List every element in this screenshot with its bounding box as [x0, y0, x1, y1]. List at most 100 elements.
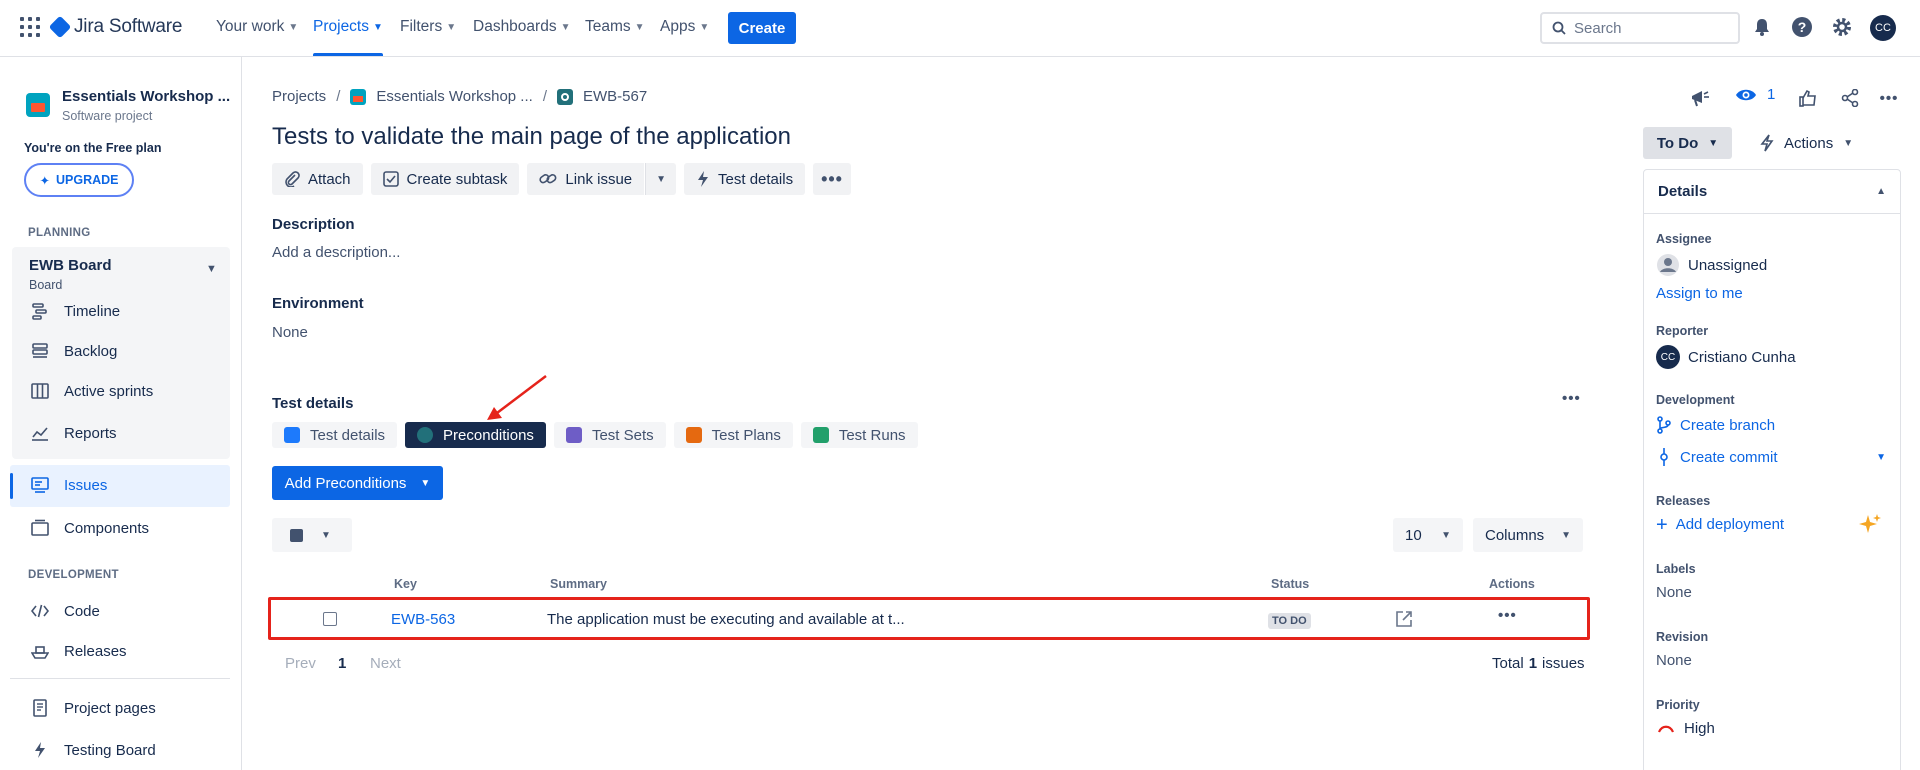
- sidebar-item-backlog[interactable]: Backlog: [30, 341, 117, 361]
- sidebar-item-project-pages[interactable]: Project pages: [30, 698, 156, 718]
- sidebar-item-active-sprints[interactable]: Active sprints: [30, 381, 153, 401]
- nav-your-work[interactable]: Your work ▼: [216, 18, 298, 36]
- user-avatar[interactable]: CC: [1870, 15, 1896, 41]
- create-branch-link[interactable]: Create branch: [1656, 416, 1775, 434]
- revision-value[interactable]: None: [1656, 652, 1692, 669]
- pager-total-suffix: issues: [1542, 655, 1585, 672]
- help-icon[interactable]: ?: [1790, 15, 1814, 39]
- bulk-select-dropdown[interactable]: ▼: [272, 518, 352, 552]
- tab-test-runs[interactable]: Test Runs: [800, 422, 918, 448]
- sidebar-divider: [10, 678, 230, 679]
- settings-gear-icon[interactable]: [1830, 15, 1854, 39]
- labels-value[interactable]: None: [1656, 584, 1692, 601]
- sidebar-item-timeline[interactable]: Timeline: [30, 301, 120, 321]
- paperclip-icon: [285, 171, 300, 187]
- open-external-icon[interactable]: [1395, 610, 1413, 632]
- upgrade-button[interactable]: ✦ UPGRADE: [24, 163, 134, 197]
- board-title[interactable]: EWB Board: [29, 257, 112, 274]
- columns-select[interactable]: Columns ▼: [1473, 518, 1583, 552]
- sidebar-item-label: Reports: [64, 424, 117, 442]
- details-header[interactable]: Details ▲: [1644, 170, 1900, 214]
- watch-button[interactable]: 1: [1735, 86, 1775, 103]
- column-header-key[interactable]: Key: [394, 577, 417, 591]
- pager-page[interactable]: 1: [338, 655, 346, 672]
- search-placeholder: Search: [1574, 19, 1622, 37]
- tab-label: Test Plans: [711, 426, 781, 444]
- sidebar-item-label: Issues: [64, 476, 108, 494]
- upgrade-label: UPGRADE: [55, 173, 119, 187]
- column-header-summary[interactable]: Summary: [550, 577, 607, 591]
- reporter-value: Cristiano Cunha: [1688, 348, 1796, 366]
- pager-prev[interactable]: Prev: [285, 655, 316, 672]
- sidebar-item-reports[interactable]: Reports: [30, 423, 117, 443]
- development-section-label: DEVELOPMENT: [28, 569, 119, 581]
- description-input[interactable]: Add a description...: [272, 244, 400, 261]
- link-issue-dropdown[interactable]: ▼: [645, 163, 677, 195]
- add-deployment-link[interactable]: + Add deployment: [1656, 515, 1784, 535]
- assign-to-me-link[interactable]: Assign to me: [1656, 285, 1743, 302]
- assignee-field[interactable]: Unassigned: [1656, 253, 1767, 277]
- breadcrumb-issue[interactable]: EWB-567: [583, 88, 647, 105]
- nav-apps[interactable]: Apps ▼: [660, 18, 709, 36]
- actions-dropdown[interactable]: Actions ▼: [1752, 127, 1861, 159]
- breadcrumb-projects[interactable]: Projects: [272, 88, 326, 105]
- sidebar-item-testing-board[interactable]: Testing Board: [30, 740, 156, 760]
- test-issue-type-icon: [556, 88, 573, 105]
- notifications-icon[interactable]: [1750, 15, 1774, 39]
- app-switcher-icon[interactable]: [20, 17, 40, 37]
- issue-key-link[interactable]: EWB-563: [391, 611, 455, 628]
- breadcrumb-project[interactable]: Essentials Workshop ...: [376, 88, 532, 105]
- sidebar-item-components[interactable]: Components: [30, 518, 149, 538]
- row-more-icon[interactable]: •••: [1498, 607, 1517, 624]
- sidebar-item-releases[interactable]: Releases: [30, 641, 127, 661]
- more-actions-button[interactable]: •••: [813, 163, 851, 195]
- chevron-down-icon[interactable]: ▼: [206, 263, 217, 275]
- nav-dashboards[interactable]: Dashboards ▼: [473, 18, 570, 36]
- thumbs-up-icon[interactable]: [1796, 86, 1820, 110]
- sidebar-item-code[interactable]: Code: [30, 601, 100, 621]
- search-input[interactable]: Search: [1540, 12, 1740, 44]
- column-header-status[interactable]: Status: [1271, 577, 1309, 591]
- create-button[interactable]: Create: [728, 12, 796, 44]
- nav-filters[interactable]: Filters ▼: [400, 18, 456, 36]
- more-icon[interactable]: •••: [1562, 390, 1581, 407]
- releases-label: Releases: [1656, 494, 1711, 508]
- branch-icon: [1657, 416, 1671, 434]
- chevron-down-icon[interactable]: ▼: [1876, 452, 1886, 463]
- sparkle-icon[interactable]: [1858, 513, 1882, 541]
- feedback-megaphone-icon[interactable]: [1688, 86, 1712, 110]
- tab-test-details[interactable]: Test details: [272, 422, 398, 448]
- project-name[interactable]: Essentials Workshop ...: [62, 88, 230, 105]
- button-label: Attach: [308, 170, 351, 188]
- reporter-field[interactable]: CC Cristiano Cunha: [1656, 345, 1796, 369]
- add-preconditions-button[interactable]: Add Preconditions ▼: [272, 466, 443, 500]
- breadcrumb: Projects / Essentials Workshop ... / EWB…: [272, 88, 647, 105]
- jira-logo[interactable]: Jira Software: [48, 15, 182, 39]
- create-subtask-button[interactable]: Create subtask: [370, 163, 520, 195]
- page-size-select[interactable]: 10 ▼: [1393, 518, 1463, 552]
- tab-test-plans[interactable]: Test Plans: [673, 422, 793, 448]
- chevron-down-icon: ▼: [321, 529, 331, 541]
- page-title[interactable]: Tests to validate the main page of the a…: [272, 123, 791, 151]
- tab-preconditions[interactable]: Preconditions: [405, 422, 546, 448]
- status-dropdown[interactable]: To Do ▼: [1643, 127, 1732, 159]
- sidebar-item-label: Releases: [64, 642, 127, 660]
- tab-test-sets[interactable]: Test Sets: [553, 422, 666, 448]
- project-avatar-icon[interactable]: [26, 93, 50, 117]
- button-label: Create subtask: [406, 170, 508, 188]
- more-icon[interactable]: •••: [1877, 86, 1901, 110]
- sidebar-item-issues[interactable]: Issues: [30, 475, 107, 495]
- priority-field[interactable]: High: [1656, 720, 1715, 737]
- pager-next[interactable]: Next: [370, 655, 401, 672]
- nav-teams[interactable]: Teams ▼: [585, 18, 645, 36]
- nav-projects[interactable]: Projects ▼: [313, 18, 383, 36]
- nav-label: Filters: [400, 18, 443, 35]
- environment-value[interactable]: None: [272, 324, 308, 341]
- link-issue-button[interactable]: Link issue: [527, 163, 645, 195]
- row-checkbox[interactable]: [323, 612, 337, 626]
- sidebar-item-label: Project pages: [64, 699, 156, 717]
- test-details-button[interactable]: Test details: [684, 163, 806, 195]
- share-icon[interactable]: [1838, 86, 1862, 110]
- create-commit-link[interactable]: Create commit ▼: [1656, 448, 1886, 466]
- attach-button[interactable]: Attach: [272, 163, 363, 195]
